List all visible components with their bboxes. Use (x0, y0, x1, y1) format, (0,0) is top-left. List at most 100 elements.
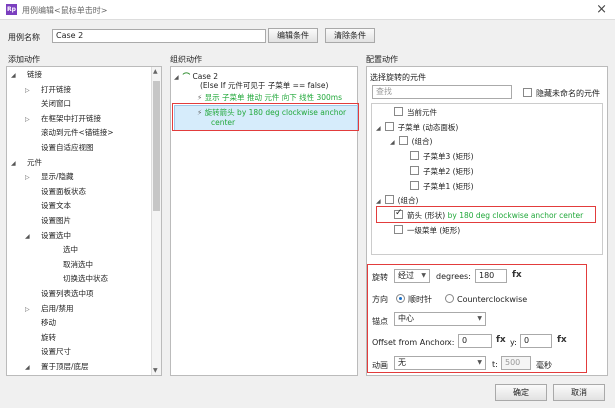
widget-checkbox[interactable] (410, 151, 419, 161)
offset-x-fx-button[interactable]: fx (496, 335, 506, 345)
offset-y-input[interactable]: 0 (520, 334, 552, 348)
tree-item[interactable]: 旋转 (25, 333, 56, 343)
tree-item[interactable]: ◢ 设置选中 (25, 231, 71, 242)
add-action-scrollbar[interactable]: ▲ ▼ (151, 67, 161, 375)
widget-tree: 当前元件 ◢ 子菜单 (动态面板) ◢ (组合) 子菜单3 (矩形) 子菜单2 (矩形) 子菜… (371, 103, 603, 255)
tree-item-label: 置于顶层/底层 (41, 362, 89, 371)
add-action-title: 添加动作 (8, 55, 40, 64)
tree-item-label: 元件 (27, 157, 42, 167)
tree-item[interactable]: ▷ 启用/禁用 (25, 304, 74, 315)
tree-item[interactable]: 取消选中 (47, 260, 93, 270)
scroll-thumb[interactable] (153, 81, 160, 211)
tree-item[interactable]: ◢ 置于顶层/底层 (25, 362, 89, 373)
hide-unnamed-checkbox[interactable] (523, 88, 532, 97)
widget-checkbox[interactable] (384, 195, 394, 205)
widget-tree-item[interactable]: ◢ 子菜单 (动态面板) (376, 121, 459, 134)
cancel-button[interactable]: 取消 (553, 384, 605, 401)
tree-item-label: 关闭窗口 (41, 99, 71, 109)
degrees-input[interactable]: 180 (475, 269, 507, 283)
clockwise-label: 顺时针 (408, 295, 432, 304)
degrees-fx-button[interactable]: fx (512, 270, 522, 280)
close-icon[interactable]: × (596, 2, 607, 17)
duration-input[interactable]: 500 (501, 356, 531, 370)
tree-item[interactable]: 移动 (25, 318, 56, 328)
expand-icon[interactable]: ▷ (25, 305, 37, 315)
tree-item[interactable]: 设置面板状态 (25, 187, 86, 197)
tree-item[interactable]: 滚动到元件<锚链接> (25, 128, 114, 138)
tree-item-label: 设置图片 (41, 216, 71, 225)
counterclockwise-radio[interactable] (445, 294, 454, 303)
case-icon: ⌒ (182, 72, 191, 81)
case-name-input[interactable]: Case 2 (52, 29, 266, 43)
scroll-down-icon[interactable]: ▼ (153, 367, 158, 374)
tree-item[interactable]: 设置自适应视图 (25, 143, 94, 153)
tree-item[interactable]: 关闭窗口 (25, 99, 71, 109)
collapse-icon[interactable]: ◢ (376, 198, 381, 205)
clockwise-radio[interactable] (396, 294, 405, 303)
widget-label: 一级菜单 (矩形) (407, 225, 461, 235)
collapse-icon[interactable]: ◢ (390, 139, 395, 146)
tree-item[interactable]: ▷ 在框架中打开链接 (25, 114, 101, 125)
tree-item-label: 移动 (41, 318, 56, 328)
widget-checkbox[interactable] (384, 121, 394, 131)
collapse-icon[interactable]: ◢ (11, 159, 23, 169)
rotate-mode-value: 经过 (398, 271, 414, 280)
chevron-down-icon: ▼ (477, 359, 482, 366)
tree-category[interactable]: ◢ 链接 (11, 70, 42, 81)
action-show[interactable]: ⚡ 显示 子菜单 推动 元件 向下 线性 300ms (197, 93, 342, 103)
edit-condition-button[interactable]: 编辑条件 (268, 28, 318, 43)
add-action-panel: ◢ 链接 ▷ 打开链接 关闭窗口 ▷ 在框架中打开链接 滚动到元件<锚链接> 设置自适应视图 ◢ 元… (6, 66, 162, 376)
counterclockwise-option[interactable]: Counterclockwise (445, 294, 527, 304)
widget-checkbox[interactable] (410, 180, 419, 190)
collapse-icon[interactable]: ◢ (25, 363, 37, 373)
offset-label: Offset from Anchor (372, 338, 448, 347)
highlight-box-widget (376, 206, 596, 223)
widget-tree-item[interactable]: 子菜单2 (矩形) (410, 165, 474, 177)
hide-unnamed-toggle[interactable]: 隐藏未命名的元件 (523, 88, 600, 99)
offset-x-label: x: (447, 338, 455, 347)
widget-tree-item[interactable]: 子菜单1 (矩形) (410, 180, 474, 192)
expand-icon[interactable]: ▷ (25, 86, 37, 96)
rotate-mode-dropdown[interactable]: 经过 ▼ (394, 269, 430, 283)
ok-button[interactable]: 确定 (495, 384, 547, 401)
animation-value: 无 (398, 358, 406, 367)
offset-x-input[interactable]: 0 (458, 334, 492, 348)
tree-item[interactable]: 设置列表选中项 (25, 289, 94, 299)
collapse-icon[interactable]: ◢ (11, 71, 23, 81)
widget-checkbox[interactable] (398, 136, 408, 146)
expand-icon[interactable]: ◢ (174, 74, 179, 81)
offset-y-fx-button[interactable]: fx (557, 335, 567, 345)
tree-item-label: 设置文本 (41, 201, 71, 211)
anchor-dropdown[interactable]: 中心 ▼ (394, 312, 486, 326)
scroll-up-icon[interactable]: ▲ (153, 68, 158, 75)
tree-item[interactable]: 设置图片 (25, 216, 71, 226)
tree-item-label: 设置尺寸 (41, 347, 71, 357)
widget-checkbox[interactable] (410, 165, 419, 175)
tree-item-label: 取消选中 (63, 259, 93, 269)
widget-tree-item[interactable]: 子菜单3 (矩形) (410, 151, 474, 162)
collapse-icon[interactable]: ◢ (25, 232, 37, 242)
widget-tree-item[interactable]: 一级菜单 (矩形) (394, 224, 461, 236)
tree-item-label: 设置选中 (41, 230, 71, 240)
widget-label: 子菜单 (动态面板) (397, 122, 459, 132)
clear-condition-button[interactable]: 清除条件 (325, 28, 375, 43)
tree-item[interactable]: 选中 (47, 245, 78, 255)
widget-checkbox[interactable] (394, 107, 403, 116)
tree-item[interactable]: ▷ 打开链接 (25, 85, 71, 96)
expand-icon[interactable]: ▷ (25, 115, 37, 125)
clockwise-option[interactable]: 顺时针 (396, 294, 432, 305)
widget-search-input[interactable]: 查找 (372, 85, 512, 99)
tree-item[interactable]: 设置尺寸 (25, 347, 71, 357)
widget-checkbox[interactable] (394, 224, 403, 234)
collapse-icon[interactable]: ◢ (376, 125, 381, 132)
widget-label: (组合) (411, 137, 433, 147)
widget-tree-item[interactable]: 当前元件 (394, 107, 437, 118)
expand-icon[interactable]: ▷ (25, 173, 37, 183)
animation-dropdown[interactable]: 无 ▼ (394, 356, 486, 370)
tree-item[interactable]: ▷ 显示/隐藏 (25, 172, 74, 183)
tree-item[interactable]: 设置文本 (25, 201, 71, 211)
app-icon: Rp (6, 4, 17, 15)
widget-tree-item[interactable]: ◢ (组合) (390, 136, 432, 148)
tree-item[interactable]: 切换选中状态 (47, 274, 108, 284)
tree-category[interactable]: ◢ 元件 (11, 158, 42, 169)
